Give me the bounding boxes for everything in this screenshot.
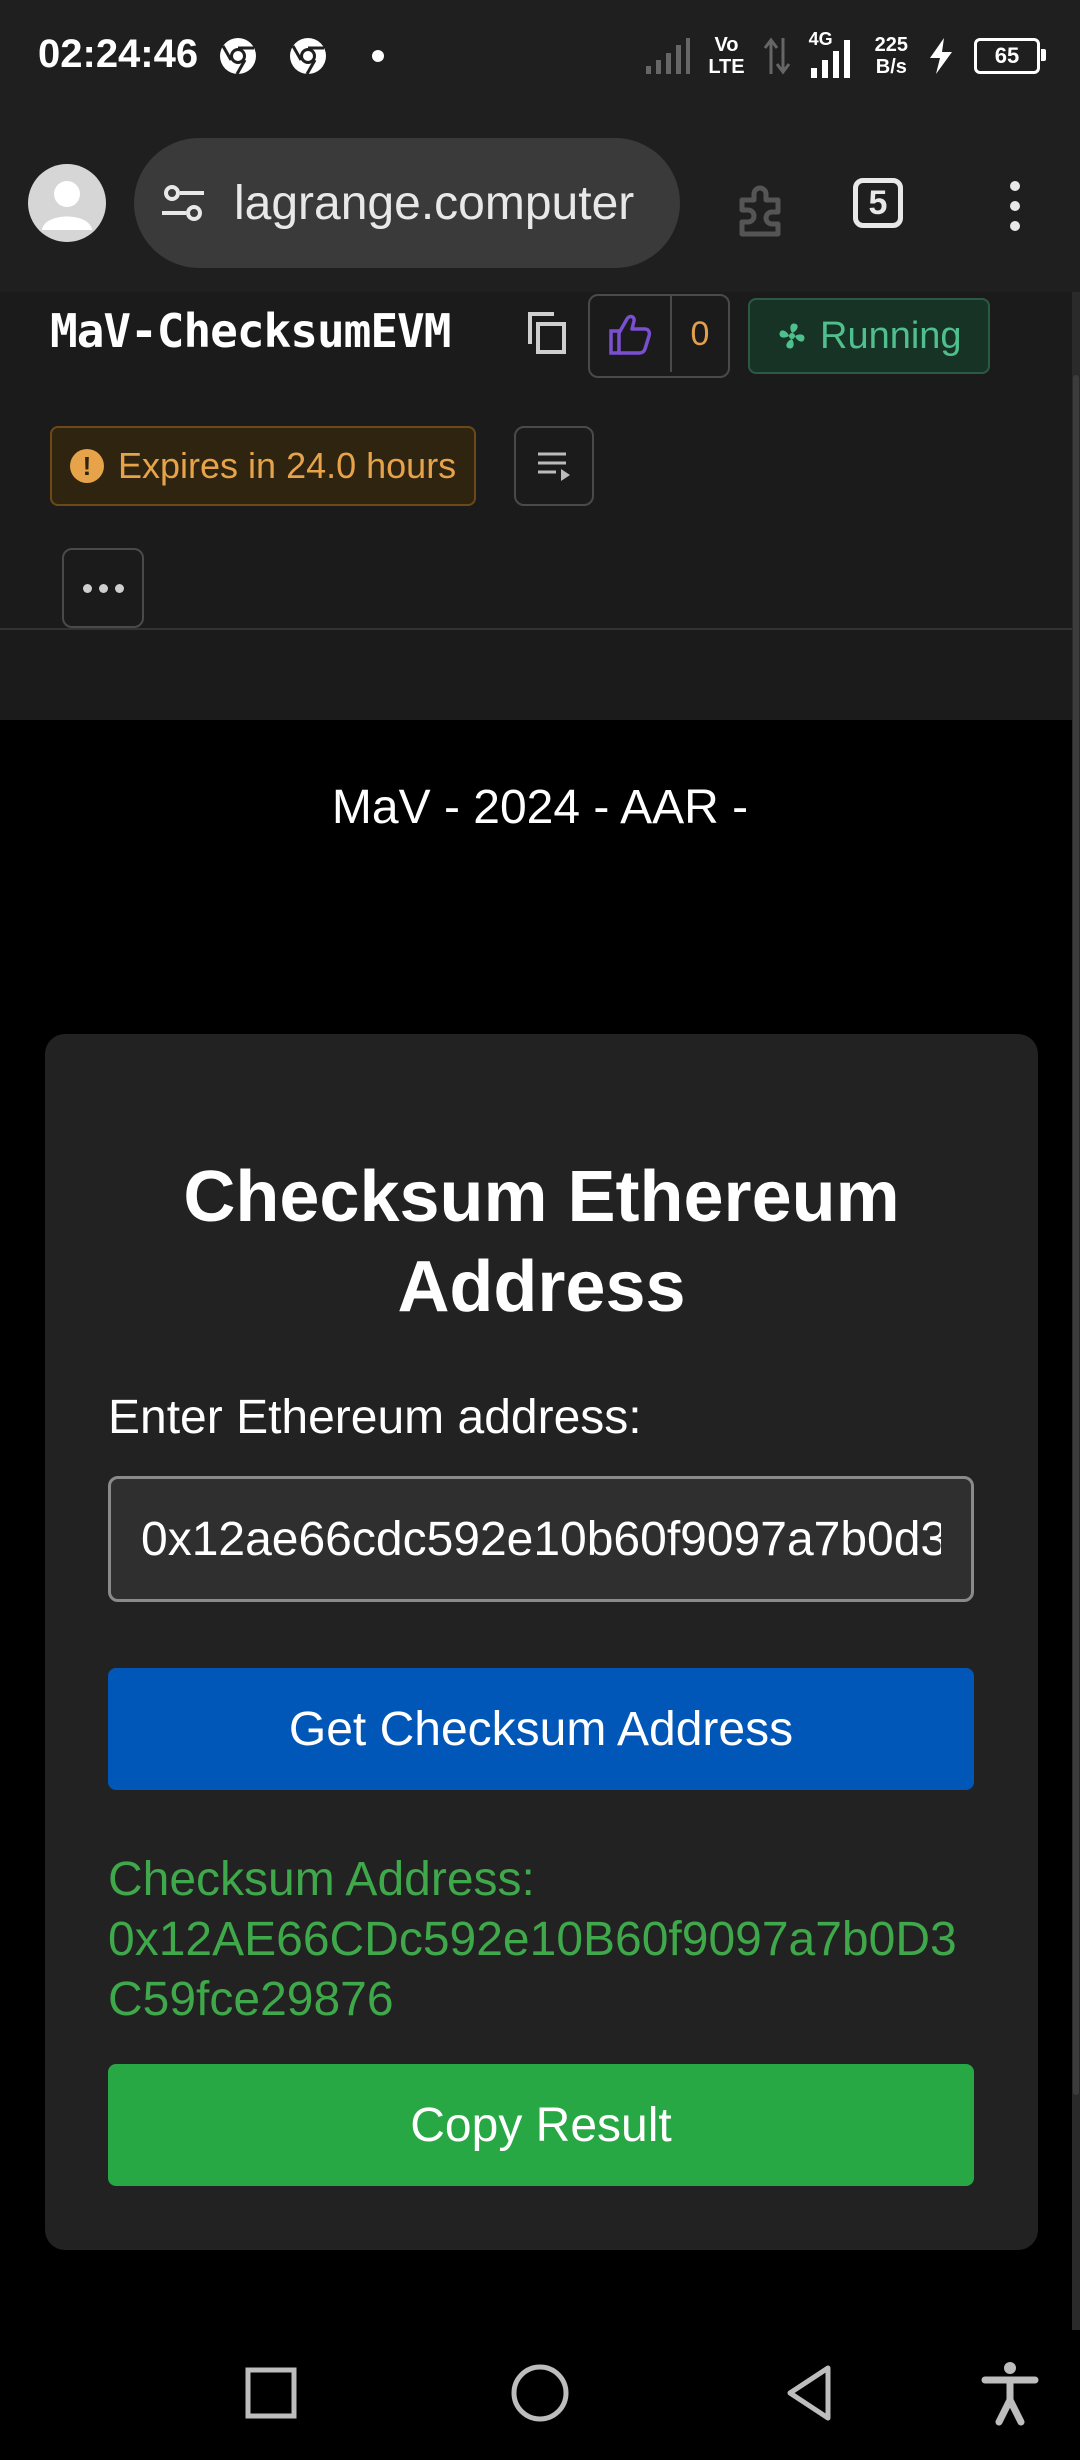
home-icon[interactable] <box>505 2358 575 2428</box>
checksum-card: Checksum Ethereum Address Enter Ethereum… <box>45 1034 1038 2250</box>
profile-avatar[interactable] <box>28 164 106 242</box>
browser-toolbar: lagrange.computer 5 <box>0 118 1080 292</box>
status-bar: 02:24:46 Vo LTE 4G 225 B/s 65 <box>0 0 1080 118</box>
back-icon[interactable] <box>776 2358 846 2428</box>
signal-4g-icon: 4G <box>809 29 857 80</box>
copy-icon[interactable] <box>524 308 570 358</box>
tab-switcher-button[interactable]: 5 <box>853 178 903 228</box>
copy-result-button[interactable]: Copy Result <box>108 2064 974 2186</box>
chrome-notification-icon <box>290 38 326 75</box>
address-input[interactable] <box>108 1476 974 1602</box>
address-label: Enter Ethereum address: <box>108 1391 642 1444</box>
status-time: 02:24:46 <box>38 32 199 76</box>
running-label: Running <box>820 314 962 357</box>
network-speed: 225 B/s <box>874 34 908 78</box>
system-nav-bar <box>0 2330 1080 2460</box>
result-value: 0x12AE66CDc592e10B60f9097a7b0D3C59fce298… <box>108 1913 957 2026</box>
data-arrows-icon <box>763 37 790 75</box>
card-title: Checksum Ethereum Address <box>183 1157 900 1327</box>
extensions-icon[interactable] <box>730 178 794 242</box>
dot-icon <box>98 583 108 593</box>
accessibility-icon[interactable] <box>975 2358 1045 2428</box>
status-icons: Vo LTE 4G 225 B/s 65 <box>644 29 1046 82</box>
more-options-icon[interactable] <box>1000 176 1030 236</box>
expires-badge: ! Expires in 24.0 hours <box>50 426 477 506</box>
battery-icon: 65 <box>974 38 1046 74</box>
like-group: 0 <box>588 294 730 378</box>
recents-icon[interactable] <box>236 2358 306 2428</box>
checksum-result: Checksum Address: 0x12AE66CDc592e10B60f9… <box>108 1850 974 2030</box>
app-header: MaV-ChecksumEVM 0 Running ! Expires in 2… <box>0 292 1072 720</box>
site-settings-icon[interactable] <box>158 178 208 228</box>
get-checksum-button[interactable]: Get Checksum Address <box>108 1668 974 1790</box>
warning-icon: ! <box>70 449 104 483</box>
app-title: MaV-ChecksumEVM <box>50 304 451 358</box>
chrome-notification-icon <box>220 38 256 75</box>
thumbs-up-icon <box>609 314 652 355</box>
header-divider <box>0 628 1072 630</box>
dot-icon <box>82 583 92 593</box>
playlist-icon <box>538 452 570 481</box>
like-button[interactable] <box>590 296 672 372</box>
page-subtitle: MaV - 2024 - AAR - <box>331 781 749 834</box>
notification-dot-icon <box>372 50 384 62</box>
signal-weak-icon <box>646 38 691 74</box>
like-count: 0 <box>690 314 710 353</box>
charging-icon <box>930 38 952 74</box>
url-text[interactable]: lagrange.computer <box>234 176 634 231</box>
result-label: Checksum Address: <box>108 1853 535 1906</box>
logs-button[interactable] <box>514 426 594 506</box>
fan-icon <box>779 323 805 349</box>
address-bar[interactable]: lagrange.computer <box>134 138 680 268</box>
running-status-badge: Running <box>748 298 990 374</box>
person-icon <box>42 181 92 230</box>
more-actions-button[interactable] <box>62 548 144 628</box>
volte-indicator: Vo LTE <box>708 34 745 78</box>
expires-label: Expires in 24.0 hours <box>118 445 457 486</box>
dot-icon <box>114 583 124 593</box>
scrollbar-thumb[interactable] <box>1073 375 1079 2095</box>
